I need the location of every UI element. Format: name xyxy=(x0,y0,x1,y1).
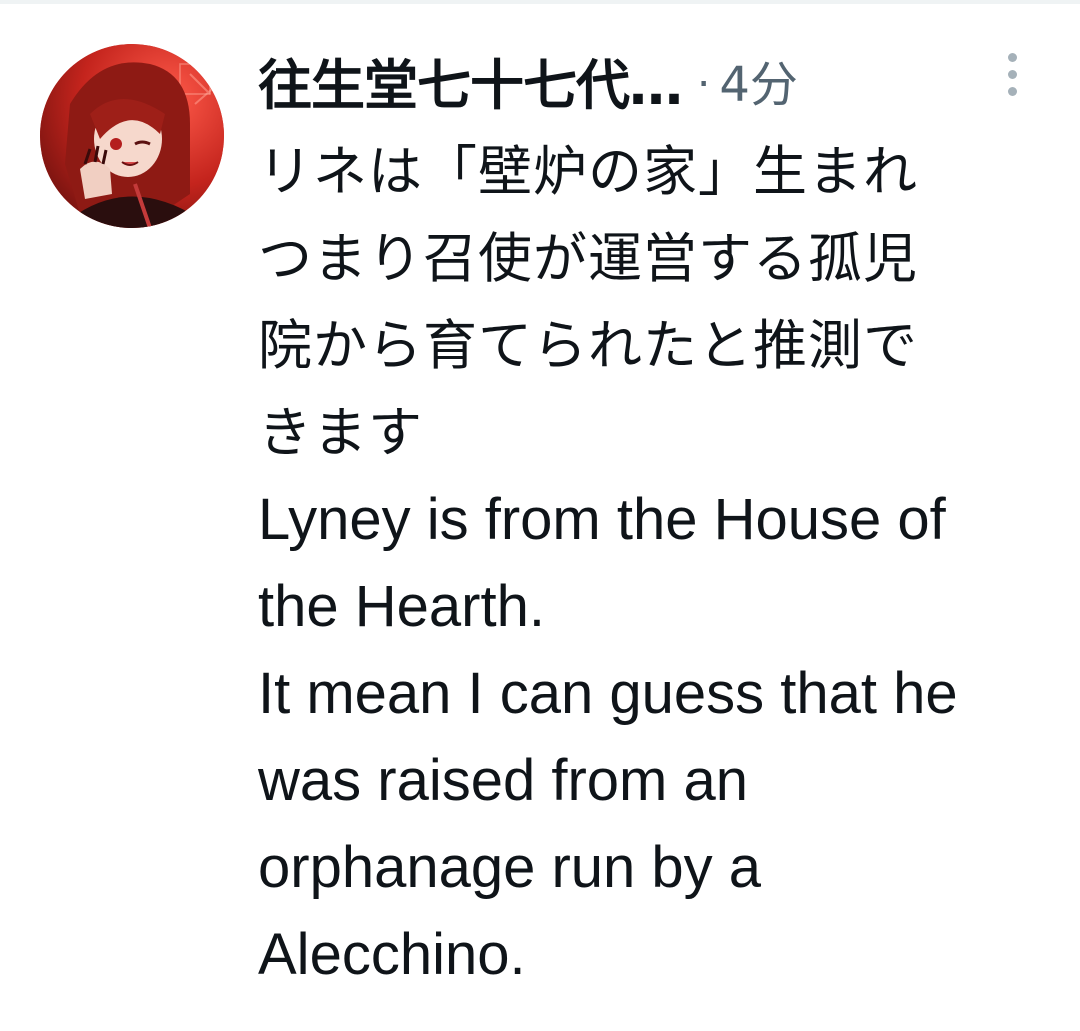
more-vertical-icon-dot xyxy=(1007,86,1017,96)
tweet-text: リネは「壁炉の家」生まれ つまり召使が運営する孤児 院から育てられたと推測で き… xyxy=(258,128,1048,998)
tweet-text-line: つまり召使が運営する孤児 xyxy=(258,227,918,290)
tweet-text-line: orphanage run by a xyxy=(258,835,762,900)
more-options-button[interactable] xyxy=(990,48,1034,100)
header-separator: · xyxy=(696,54,712,106)
author-display-name[interactable]: 往生堂七十七代… xyxy=(258,41,683,120)
tweet-text-line: 院から育てられたと推測で xyxy=(258,314,918,377)
more-vertical-icon xyxy=(1007,52,1017,62)
tweet-text-line: It mean I can guess that he xyxy=(258,661,958,726)
more-vertical-icon-dot xyxy=(1007,69,1017,79)
tweet-text-line: was raised from an xyxy=(258,748,748,813)
user-avatar[interactable] xyxy=(40,44,224,228)
tweet-text-line: リネは「壁炉の家」生まれ xyxy=(258,140,918,203)
top-divider xyxy=(0,0,1080,4)
tweet-text-line: Alecchino. xyxy=(258,922,526,987)
tweet-timestamp[interactable]: 4分 xyxy=(719,45,798,115)
tweet-text-line: the Hearth. xyxy=(258,574,545,639)
tweet-text-line: Lyney is from the House of xyxy=(258,487,946,552)
tweet-header: 往生堂七十七代… · 4分 xyxy=(258,40,1058,120)
avatar-illustration-icon xyxy=(40,44,224,228)
tweet-text-english: Lyney is from the House of the Hearth. I… xyxy=(258,476,1048,998)
tweet-text-line: きます xyxy=(258,401,423,464)
